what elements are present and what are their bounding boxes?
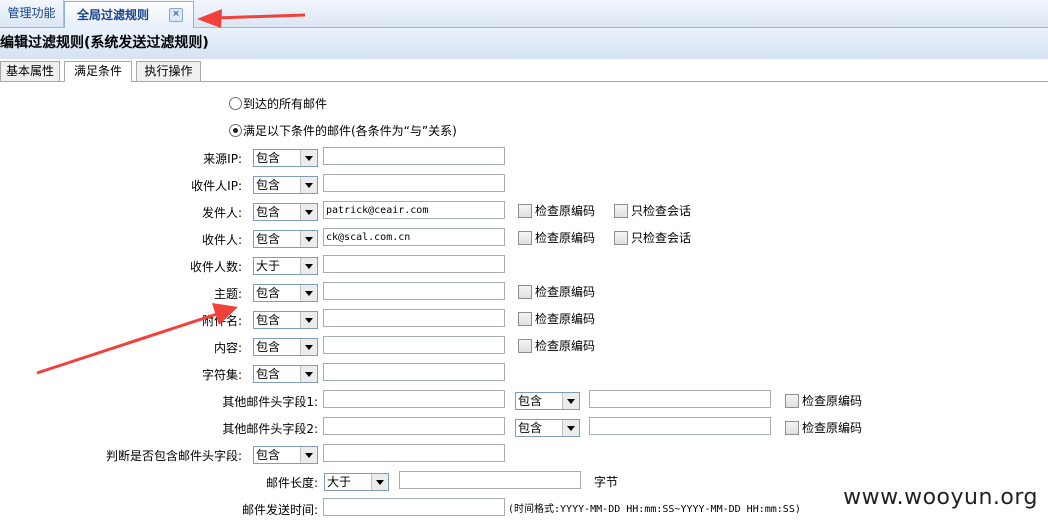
- arrow-line-top: [214, 13, 306, 20]
- watermark: www.wooyun.org: [843, 485, 1038, 510]
- arrow-line-middle: [36, 311, 221, 375]
- arrow-head-top: [197, 9, 222, 28]
- arrow-head-middle: [212, 303, 238, 325]
- annotation-arrows: [36, 9, 306, 375]
